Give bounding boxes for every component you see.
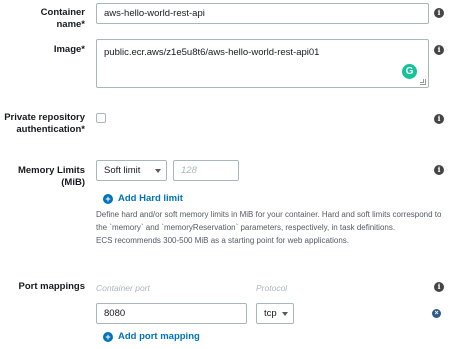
- add-hard-limit-label: Add Hard limit: [118, 193, 183, 204]
- container-name-label: Container name*: [40, 7, 85, 30]
- chevron-down-icon: [155, 169, 161, 173]
- private-repo-label-line1: Private repository: [4, 112, 85, 123]
- remove-port-mapping-icon[interactable]: ×: [432, 309, 441, 318]
- memory-value-input[interactable]: 128: [173, 160, 239, 181]
- memory-limit-type-value: Soft limit: [104, 165, 141, 176]
- add-port-mapping-link[interactable]: + Add port mapping: [103, 331, 200, 343]
- memory-limits-label: Memory Limits (MiB): [17, 165, 85, 188]
- info-icon[interactable]: i: [434, 8, 444, 18]
- plus-icon: +: [103, 194, 113, 204]
- private-repo-checkbox[interactable]: [96, 113, 106, 123]
- protocol-select[interactable]: tcp: [256, 303, 294, 324]
- container-port-input[interactable]: 8080: [96, 303, 247, 324]
- image-label: Image*: [53, 44, 85, 55]
- info-icon[interactable]: i: [434, 165, 444, 175]
- image-input[interactable]: public.ecr.aws/z1e5u8t6/aws-hello-world-…: [96, 39, 429, 88]
- memory-help-line2: the `memory` and `memoryReservation` par…: [96, 223, 396, 232]
- protocol-value: tcp: [264, 308, 277, 319]
- memory-limit-type-select[interactable]: Soft limit: [96, 160, 167, 181]
- plus-icon: +: [103, 332, 113, 342]
- memory-help-line1: Define hard and/or soft memory limits in…: [96, 210, 442, 219]
- port-mappings-label: Port mappings: [18, 281, 85, 292]
- grammarly-icon[interactable]: G: [402, 64, 417, 79]
- container-port-header: Container port: [96, 283, 150, 293]
- private-repo-label-line2: authentication*: [16, 124, 85, 135]
- resize-handle-icon[interactable]: [420, 79, 426, 85]
- image-input-value: public.ecr.aws/z1e5u8t6/aws-hello-world-…: [104, 47, 320, 58]
- add-port-mapping-label: Add port mapping: [118, 331, 200, 342]
- add-hard-limit-link[interactable]: + Add Hard limit: [103, 193, 183, 205]
- private-repo-label: Private repository authentication*: [0, 112, 85, 136]
- info-icon[interactable]: i: [434, 45, 444, 55]
- info-icon[interactable]: i: [434, 282, 444, 292]
- protocol-header: Protocol: [256, 283, 288, 293]
- memory-help-line3: ECS recommends 300-500 MiB as a starting…: [96, 236, 350, 245]
- container-name-input[interactable]: aws-hello-world-rest-api: [96, 3, 429, 24]
- info-icon[interactable]: i: [434, 114, 444, 124]
- chevron-down-icon: [282, 312, 288, 316]
